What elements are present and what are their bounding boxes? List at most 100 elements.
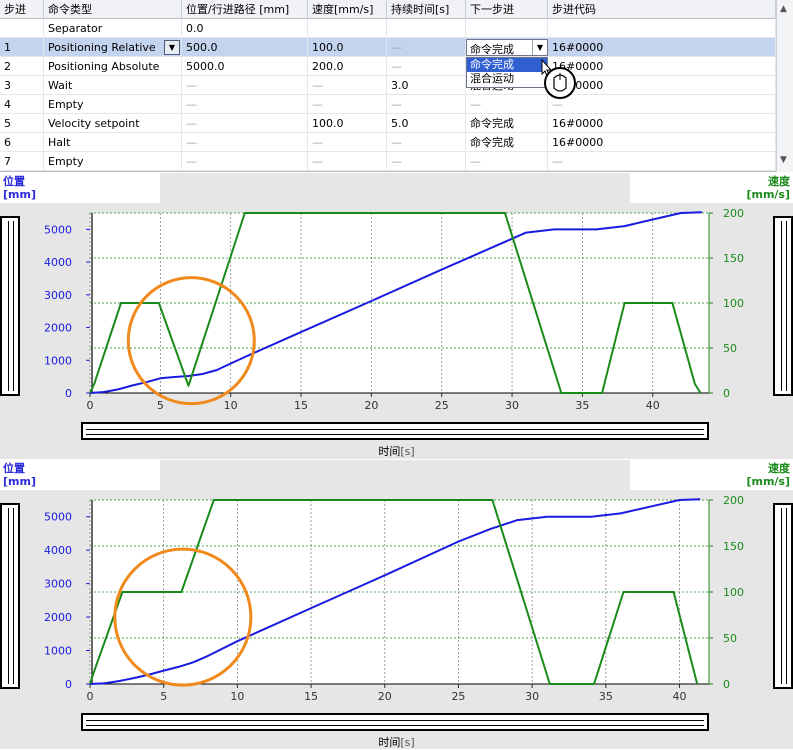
trajectory-chart-1: 位置 [mm] 速度 [mm/s] 0 50 100 150 200 0 5 10 15 20 25… [0,173,793,459]
trajectory-chart-2: 位置 [mm] 速度 [mm/s] 0 50 100 150 200 0 5 10 15 20 25… [0,460,793,749]
time-tick-label: 10 [224,399,238,412]
cell-duration[interactable]: — [387,57,466,76]
cell-velocity[interactable]: — [308,95,387,114]
cell-step-code[interactable]: 16#0000 [548,133,776,152]
table-row[interactable]: 1Positioning Relative500.0100.0— 命令完成 16#0… [0,38,776,57]
cell-command-type[interactable]: Positioning Absolute [44,57,182,76]
cell-velocity[interactable]: — [308,76,387,95]
option-blending[interactable]: 混合运动 [467,72,547,86]
cell-velocity[interactable]: 100.0 [308,114,387,133]
col-header-next-step[interactable]: 下一步进 [466,0,548,19]
scroll-up-icon[interactable]: ▲ [780,4,787,14]
cell-step[interactable]: 7 [0,152,44,171]
table-row[interactable]: 3Wait——3.0混合运动16#0000 [0,76,776,95]
cell-step-code[interactable]: 16#0000 [548,38,776,57]
cell-command-type[interactable]: Separator [44,19,182,38]
cell-step-code[interactable]: — [548,152,776,171]
time-tick-label: 25 [451,690,465,703]
time-tick-label: 35 [575,399,589,412]
cell-step[interactable]: 3 [0,76,44,95]
cell-duration[interactable]: — [387,152,466,171]
cell-step-code[interactable]: 16#0000 [548,57,776,76]
command-type-dropdown-button[interactable]: ▼ [164,40,180,55]
cell-duration[interactable]: 3.0 [387,76,466,95]
cell-velocity[interactable]: 200.0 [308,57,387,76]
col-header-position[interactable]: 位置/行进路径 [mm] [182,0,308,19]
velocity-tick-label: 50 [723,632,737,645]
cell-position[interactable]: — [182,152,308,171]
cell-step[interactable]: 6 [0,133,44,152]
cell-command-type[interactable]: Wait [44,76,182,95]
scroll-down-icon[interactable]: ▼ [780,155,787,165]
position-tick-label: 4000 [44,544,72,557]
col-header-step-code[interactable]: 步进代码 [548,0,776,19]
cell-duration[interactable]: — [387,38,466,57]
table-row[interactable]: 7 Empty — — — — — [0,152,776,171]
cell-duration[interactable]: 5.0 [387,114,466,133]
cell-next-step[interactable] [466,19,548,38]
cell-duration[interactable]: — [387,95,466,114]
option-command-done[interactable]: 命令完成 [467,58,547,72]
cell-velocity[interactable]: — [308,152,387,171]
velocity-tick-label: 150 [723,540,744,553]
table-row[interactable]: 2 Positioning Absolute 5000.0 200.0— 16#0000 [0,57,776,76]
cell-command-type[interactable]: Positioning Relative [44,38,182,57]
cell-step-code[interactable]: 16#0000 [548,76,776,95]
cell-position[interactable]: 0.0 [182,19,308,38]
time-axis-title-text: 时间 [378,736,401,749]
cell-step[interactable]: 2 [0,57,44,76]
cell-position[interactable]: 5000.0 [182,57,308,76]
cell-next-step[interactable]: 命令完成 [466,133,548,152]
left-scroll-strip[interactable] [0,216,20,396]
cell-velocity[interactable]: 100.0 [308,38,387,57]
cell-step[interactable]: 1 [0,38,44,57]
table-row[interactable]: 4 Empty — — — — — [0,95,776,114]
col-header-step[interactable]: 步进 [0,0,44,19]
col-header-velocity[interactable]: 速度[mm/s] [308,0,387,19]
cell-next-step[interactable]: 命令完成 [466,114,548,133]
table-row[interactable]: 6 Halt — — — 命令完成 16#0000 [0,133,776,152]
time-scrollbar[interactable] [81,713,709,731]
position-axis-title: 位置 [mm] [3,175,36,201]
table-row[interactable]: 5 Velocity setpoint —100.0 5.0 命令完成 16#0000 [0,114,776,133]
cell-step-code[interactable]: 16#0000 [548,114,776,133]
time-tick-label: 40 [673,690,687,703]
col-header-command-type[interactable]: 命令类型 [44,0,182,19]
time-tick-label: 20 [364,399,378,412]
time-tick-label: 15 [304,690,318,703]
cell-step-code[interactable] [548,19,776,38]
cell-position[interactable]: — [182,76,308,95]
cell-position[interactable]: — [182,133,308,152]
cell-velocity[interactable]: — [308,133,387,152]
cell-step[interactable]: 4 [0,95,44,114]
time-tick-label: 5 [157,399,164,412]
col-header-duration[interactable]: 持续时间[s] [387,0,466,19]
cell-position[interactable]: 500.0 [182,38,308,57]
cell-step-code[interactable]: — [548,95,776,114]
right-scroll-strip[interactable] [773,216,793,396]
next-step-select[interactable]: 命令完成 ▼ [466,39,548,56]
cell-command-type[interactable]: Empty [44,152,182,171]
table-vertical-scrollbar[interactable]: ▲ ▼ [776,0,793,172]
cell-command-type[interactable]: Halt [44,133,182,152]
cell-position[interactable]: — [182,114,308,133]
chevron-down-icon[interactable]: ▼ [532,40,547,55]
time-scrollbar[interactable] [81,422,709,440]
cell-duration[interactable]: — [387,133,466,152]
cell-duration[interactable] [387,19,466,38]
cell-position[interactable]: — [182,95,308,114]
right-scroll-strip[interactable] [773,503,793,689]
velocity-tick-label: 100 [723,297,744,310]
cell-step[interactable] [0,19,44,38]
cell-next-step[interactable]: — [466,152,548,171]
cell-command-type[interactable]: Empty [44,95,182,114]
time-tick-label: 15 [294,399,308,412]
step-table: 步进 命令类型 位置/行进路径 [mm] 速度[mm/s] 持续时间[s] 下一… [0,0,793,172]
cell-step[interactable]: 5 [0,114,44,133]
cell-command-type[interactable]: Velocity setpoint [44,114,182,133]
cell-velocity[interactable] [308,19,387,38]
table-row[interactable]: Separator 0.0 [0,19,776,38]
position-tick-label: 1000 [44,354,72,367]
left-scroll-strip[interactable] [0,503,20,689]
time-tick-label: 25 [435,399,449,412]
